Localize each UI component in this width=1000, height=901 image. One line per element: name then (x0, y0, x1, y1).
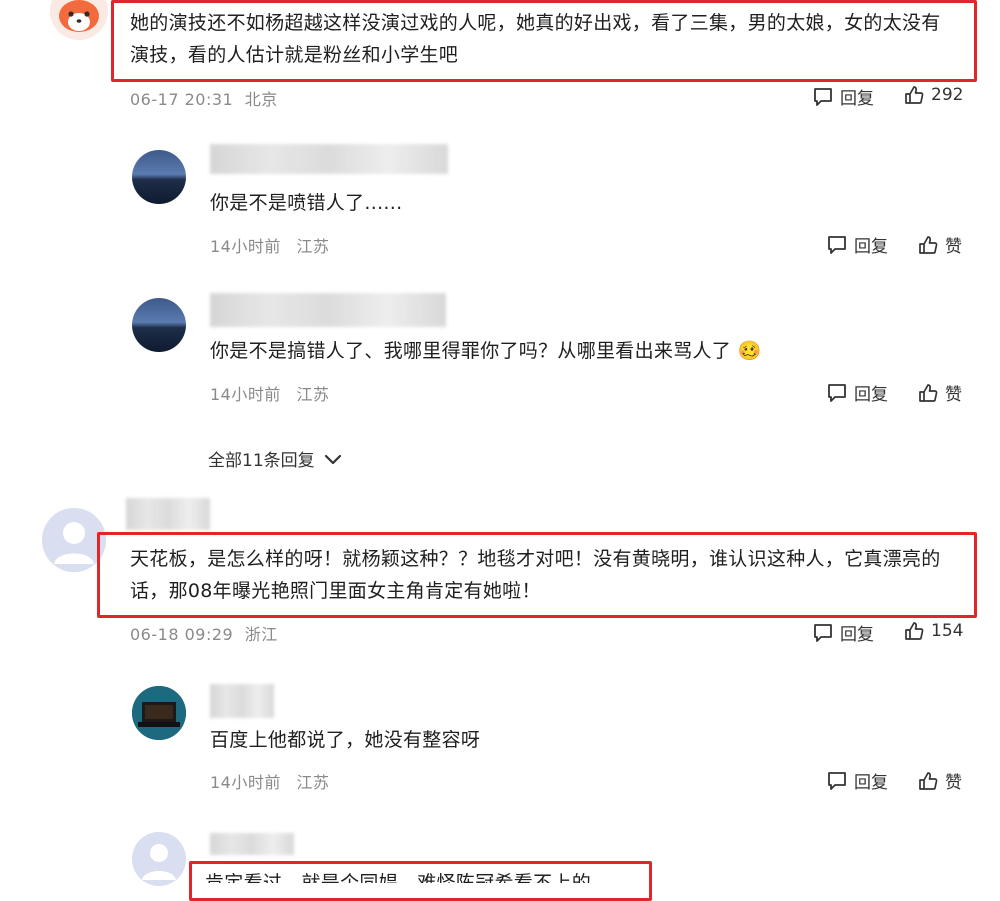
show-all-label: 全部11条回复 (208, 451, 315, 471)
thumbs-up-icon (919, 383, 938, 402)
comment-date: 06-17 20:31 (130, 90, 234, 109)
commenter-avatar-fox[interactable] (50, 0, 108, 40)
blurred-username (210, 293, 446, 327)
like-count: 292 (931, 85, 964, 105)
thumbs-up-icon (905, 622, 924, 640)
comment-bubble-icon (828, 771, 846, 790)
comment-text-line: 话，那08年曝光艳照门里面女主角肯定有她啦！ (130, 580, 541, 602)
comment-meta: 06-18 09:29 浙江 (130, 621, 278, 645)
like-button[interactable]: 154 (903, 620, 963, 642)
commenter-avatar-default[interactable] (132, 832, 186, 886)
comment-location: 北京 (244, 90, 278, 109)
thumbs-up-icon (919, 235, 938, 254)
reply-label: 回复 (854, 385, 888, 405)
reply-label: 回复 (840, 89, 874, 109)
reply-meta: 14小时前 江苏 (210, 769, 329, 793)
comment-text: 天花板，是怎么样的呀！就杨颖这种？？地毯才对吧！没有黄晓明，谁认识这种人，它真漂… (130, 543, 970, 607)
reply-button[interactable]: 回复 (826, 232, 888, 257)
like-label: 赞 (945, 237, 962, 257)
reply-location: 江苏 (296, 773, 330, 792)
reply-time: 14小时前 (210, 773, 281, 792)
comment-text: 肯定看过，就是个同娼，难怪陈冠希看不上的 (205, 872, 592, 883)
fox-avatar-icon (50, 0, 108, 40)
comment-bubble-icon (814, 87, 832, 106)
reply-text-content: 你是不是搞错人了、我哪里得罪你了吗？从哪里看出来骂人了 (210, 340, 732, 362)
reply-button[interactable]: 回复 (826, 768, 888, 793)
comment-meta: 06-17 20:31 北京 (130, 86, 278, 110)
blurred-username (210, 684, 274, 718)
thumbs-up-icon (905, 86, 924, 104)
reply-label: 回复 (854, 773, 888, 793)
dizzy-face-emoji: 🥴 (737, 340, 762, 362)
blurred-username (126, 498, 210, 530)
reply-label: 回复 (840, 625, 874, 645)
comment-text-line: 演技，看的人估计就是粉丝和小学生吧 (130, 44, 459, 66)
comment-text: 她的演技还不如杨超越这样没演过戏的人呢，她真的好出戏，看了三集，男的太娘，女的太… (130, 7, 970, 71)
reply-location: 江苏 (296, 237, 330, 256)
like-button[interactable]: 赞 (917, 380, 962, 405)
blurred-username (210, 833, 294, 855)
comment-text-line: 她的演技还不如杨超越这样没演过戏的人呢，她真的好出戏，看了三集，男的太娘，女的太… (130, 12, 941, 34)
replier-avatar[interactable] (132, 686, 186, 740)
like-count: 154 (931, 621, 964, 641)
comment-bubble-icon (814, 623, 832, 642)
laptop-avatar-icon (132, 686, 186, 740)
comment-location: 浙江 (244, 625, 278, 644)
reply-button[interactable]: 回复 (812, 620, 874, 645)
default-user-icon (132, 832, 186, 886)
like-label: 赞 (945, 385, 962, 405)
reply-button[interactable]: 回复 (812, 84, 874, 109)
reply-text: 你是不是喷错人了...... (210, 192, 403, 214)
replier-avatar[interactable] (132, 150, 186, 204)
replier-avatar[interactable] (132, 298, 186, 352)
reply-time: 14小时前 (210, 385, 281, 404)
like-label: 赞 (945, 773, 962, 793)
comment-bubble-icon (828, 383, 846, 402)
show-all-replies-button[interactable]: 全部11条回复 (208, 446, 343, 471)
comment-text-line: 天花板，是怎么样的呀！就杨颖这种？？地毯才对吧！没有黄晓明，谁认识这种人，它真漂… (130, 548, 941, 570)
reply-time: 14小时前 (210, 237, 281, 256)
chevron-down-icon (324, 454, 341, 464)
like-button[interactable]: 292 (903, 84, 963, 106)
like-button[interactable]: 赞 (917, 232, 962, 257)
reply-meta: 14小时前 江苏 (210, 233, 329, 257)
thumbs-up-icon (919, 771, 938, 790)
reply-meta: 14小时前 江苏 (210, 381, 329, 405)
blurred-username (210, 144, 448, 174)
reply-label: 回复 (854, 237, 888, 257)
reply-button[interactable]: 回复 (826, 380, 888, 405)
comment-date: 06-18 09:29 (130, 625, 234, 644)
comment-bubble-icon (828, 235, 846, 254)
reply-text: 你是不是搞错人了、我哪里得罪你了吗？从哪里看出来骂人了 🥴 (210, 335, 761, 367)
comment-text-clip: 肯定看过，就是个同娼，难怪陈冠希看不上的 (205, 866, 645, 883)
like-button[interactable]: 赞 (917, 768, 962, 793)
reply-location: 江苏 (296, 385, 330, 404)
reply-text: 百度上他都说了，她没有整容呀 (210, 729, 481, 751)
